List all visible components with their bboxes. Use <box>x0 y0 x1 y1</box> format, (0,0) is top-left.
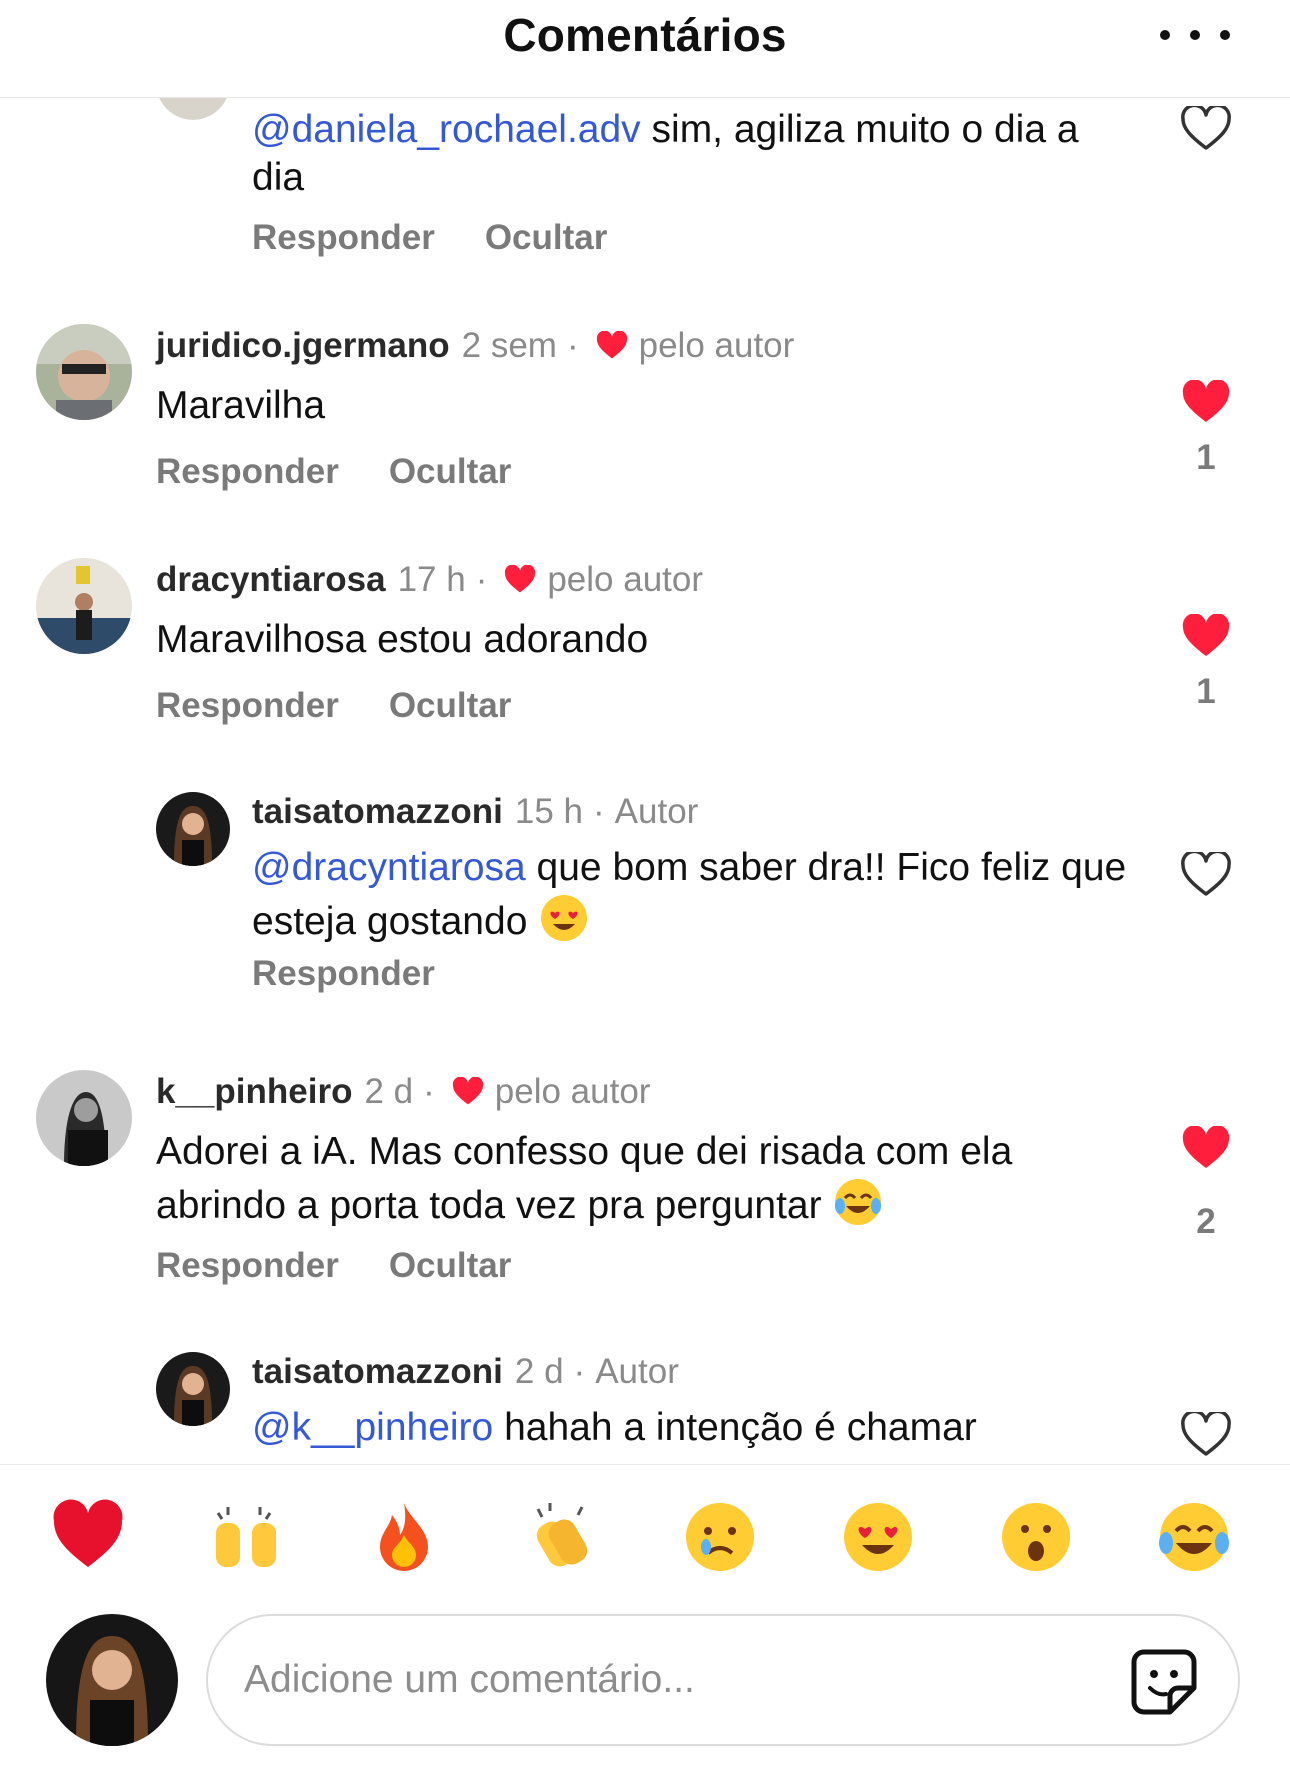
surprised-face-emoji-icon[interactable] <box>998 1499 1074 1575</box>
comment-text: Maravilhosa estou adorando <box>156 618 649 661</box>
tears-of-joy-face-emoji-icon[interactable] <box>1156 1499 1232 1575</box>
heart-outline-icon[interactable] <box>1180 103 1232 152</box>
heart-eyes-face-emoji-icon[interactable] <box>840 1499 916 1575</box>
comment-meta: taisatomazzoni 15 h · Autor <box>252 792 699 832</box>
mention-link[interactable]: @daniela_rochael.adv <box>252 108 641 151</box>
comment-text: @daniela_rochael.adv sim, agiliza muito … <box>252 108 1079 199</box>
tears-of-joy-emoji-icon <box>835 1179 882 1225</box>
page-title: Comentários <box>503 9 787 61</box>
comment-actions: Responder Ocultar <box>156 686 511 726</box>
avatar[interactable] <box>36 1070 132 1166</box>
comment-text: @k__pinheiro hahah a intenção é chamar <box>252 1406 977 1449</box>
heart-outline-icon[interactable] <box>1180 1409 1232 1458</box>
comment-meta: k__pinheiro 2 d · pelo autor <box>156 1072 651 1112</box>
comment-text: Maravilha <box>156 384 326 427</box>
more-options-icon[interactable] <box>1160 20 1230 50</box>
crying-face-emoji-icon[interactable] <box>682 1499 758 1575</box>
sticker-icon[interactable] <box>1130 1648 1198 1716</box>
like-count: 2 <box>1196 1202 1216 1241</box>
comment-meta: juridico.jgermano 2 sem · pelo autor <box>156 326 795 366</box>
timestamp: 17 h <box>397 560 466 599</box>
heart-filled-icon[interactable] <box>1180 1125 1232 1172</box>
comment-composer <box>0 1614 1290 1779</box>
raising-hands-emoji-icon[interactable] <box>208 1499 284 1575</box>
like-count: 1 <box>1196 672 1216 711</box>
username[interactable]: juridico.jgermano <box>156 326 450 366</box>
reply-button[interactable]: Responder <box>252 218 435 258</box>
header: Comentários <box>0 0 1290 98</box>
comment-meta: dracyntiarosa 17 h · pelo autor <box>156 560 704 600</box>
comment-text: @dracyntiarosa que bom saber dra!! Fico … <box>252 846 1127 943</box>
comment-actions: Responder Ocultar <box>156 452 511 492</box>
author-badge: Autor <box>595 1352 679 1391</box>
comment-actions: Responder Ocultar <box>156 1246 511 1286</box>
reply-button[interactable]: Responder <box>252 954 435 994</box>
red-heart-emoji-icon[interactable] <box>50 1499 126 1575</box>
comment-actions: Responder Ocultar <box>252 218 607 258</box>
username[interactable]: taisatomazzoni <box>252 1352 503 1392</box>
hide-button[interactable]: Ocultar <box>485 218 608 258</box>
heart-outline-icon[interactable] <box>1180 849 1232 898</box>
fire-emoji-icon[interactable] <box>366 1499 442 1575</box>
comment-actions: Responder <box>252 954 435 994</box>
comments-list[interactable]: @daniela_rochael.adv sim, agiliza muito … <box>0 98 1290 1464</box>
avatar[interactable] <box>156 98 230 120</box>
comment-input-wrapper <box>206 1614 1240 1746</box>
heart-filled-icon[interactable] <box>1180 379 1232 426</box>
avatar[interactable] <box>36 558 132 654</box>
reply-button[interactable]: Responder <box>156 1246 339 1286</box>
current-user-avatar[interactable] <box>46 1614 178 1746</box>
timestamp: 15 h <box>514 792 584 831</box>
timestamp: 2 sem <box>461 326 557 365</box>
liked-heart-icon <box>452 1077 483 1105</box>
hide-button[interactable]: Ocultar <box>389 452 512 492</box>
author-badge: Autor <box>614 792 699 831</box>
avatar[interactable] <box>156 792 230 866</box>
reply-button[interactable]: Responder <box>156 686 339 726</box>
mention-link[interactable]: @dracyntiarosa <box>252 846 526 889</box>
timestamp: 2 d <box>514 1352 564 1391</box>
quick-reactions-bar <box>0 1464 1290 1614</box>
liked-heart-icon <box>596 331 627 359</box>
comment-meta: taisatomazzoni 2 d · Autor <box>252 1352 679 1392</box>
avatar[interactable] <box>36 324 132 420</box>
hide-button[interactable]: Ocultar <box>389 686 512 726</box>
username[interactable]: taisatomazzoni <box>252 792 503 832</box>
liked-by-author: pelo autor <box>638 326 795 365</box>
liked-by-author: pelo autor <box>494 1072 651 1111</box>
username[interactable]: k__pinheiro <box>156 1072 352 1112</box>
like-count: 1 <box>1196 438 1216 477</box>
liked-heart-icon <box>505 565 536 593</box>
comment-input[interactable] <box>244 1650 1044 1710</box>
heart-eyes-emoji-icon <box>541 895 588 941</box>
avatar[interactable] <box>156 1352 230 1426</box>
username[interactable]: dracyntiarosa <box>156 560 386 600</box>
reply-button[interactable]: Responder <box>156 452 339 492</box>
comment-text: Adorei a iA. Mas confesso que dei risada… <box>156 1130 1013 1227</box>
hide-button[interactable]: Ocultar <box>389 1246 512 1286</box>
mention-link[interactable]: @k__pinheiro <box>252 1406 493 1449</box>
clapping-hands-emoji-icon[interactable] <box>524 1499 600 1575</box>
timestamp: 2 d <box>364 1072 414 1111</box>
heart-filled-icon[interactable] <box>1180 613 1232 660</box>
liked-by-author: pelo autor <box>547 560 704 599</box>
